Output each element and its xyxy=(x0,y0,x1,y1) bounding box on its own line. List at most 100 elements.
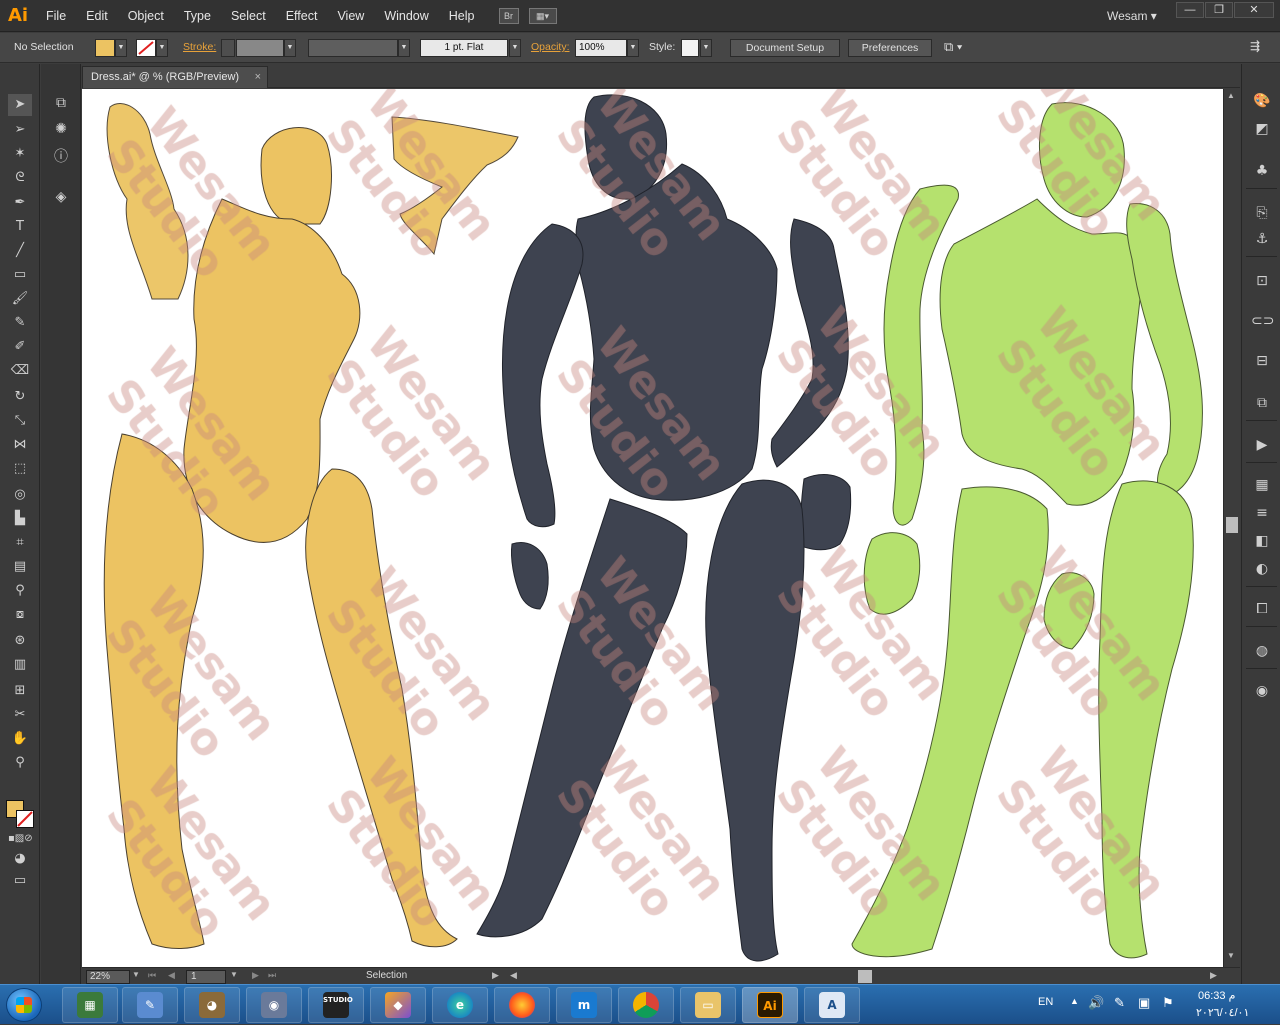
clock-date[interactable]: ٢٠٢٦/٠٤/٠١ xyxy=(1196,1006,1249,1019)
zoom-dropdown-icon[interactable]: ▼ xyxy=(132,970,140,979)
swatches-panel-icon[interactable]: ▦ xyxy=(1251,474,1273,496)
opacity-field[interactable]: 100% xyxy=(575,39,627,57)
stroke-label[interactable]: Stroke: xyxy=(183,41,216,53)
menu-type[interactable]: Type xyxy=(174,0,221,32)
free-transform-tool-icon[interactable]: ⬚ xyxy=(8,458,32,480)
artboard-dropdown-icon[interactable]: ▼ xyxy=(230,970,238,979)
transparency-panel-icon[interactable]: ◐ xyxy=(1251,558,1273,580)
gradient-panel-icon[interactable]: ◧ xyxy=(1251,530,1273,552)
menu-edit[interactable]: Edit xyxy=(76,0,118,32)
align-panel-icon[interactable]: ⊟ xyxy=(1251,350,1273,372)
variable-width-dropdown[interactable]: ▼ xyxy=(398,39,410,57)
mixer-taskbar-button[interactable]: m xyxy=(556,987,612,1023)
start-button[interactable] xyxy=(6,988,42,1022)
next-artboard-icon[interactable]: ▶ xyxy=(252,970,259,981)
pen-tool-icon[interactable]: ✒ xyxy=(8,192,32,214)
explorer-taskbar-button[interactable]: ▦ xyxy=(62,987,118,1023)
file-explorer-taskbar-button[interactable]: ▭ xyxy=(680,987,736,1023)
fill-dropdown[interactable]: ▼ xyxy=(115,39,127,57)
actions-panel-icon[interactable]: ▶ xyxy=(1251,434,1273,456)
close-button[interactable]: ✕ xyxy=(1234,2,1274,18)
close-tab-icon[interactable]: × xyxy=(255,67,261,87)
mesh-tool-icon[interactable]: ⌗ xyxy=(8,532,32,554)
tray-overflow-icon[interactable]: ▲ xyxy=(1070,996,1079,1006)
pen-input-icon[interactable]: ✎ xyxy=(1114,995,1125,1011)
transform-panel-icon[interactable]: ⧉ xyxy=(50,92,72,114)
user-menu[interactable]: Wesam ▾ xyxy=(1107,0,1157,32)
hand-tool-icon[interactable]: ✋ xyxy=(8,728,32,750)
type-tool-icon[interactable]: T xyxy=(8,216,32,238)
magic-wand-tool-icon[interactable]: ✶ xyxy=(8,143,32,165)
language-indicator[interactable]: EN xyxy=(1038,996,1053,1008)
artboard-tool-icon[interactable]: ⊞ xyxy=(8,680,32,702)
preferences-button[interactable]: Preferences xyxy=(848,39,932,57)
lasso-tool-icon[interactable]: ᘓ xyxy=(8,167,32,189)
symbol-sprayer-tool-icon[interactable]: ⊛ xyxy=(8,630,32,652)
info-panel-icon[interactable]: ⓘ xyxy=(50,146,72,168)
menu-window[interactable]: Window xyxy=(374,0,438,32)
zoom-tool-icon[interactable]: ⚲ xyxy=(8,752,32,774)
brush-definition-dropdown[interactable]: ▼ xyxy=(509,39,521,57)
graphic-style-swatch[interactable] xyxy=(681,39,699,57)
menu-help[interactable]: Help xyxy=(439,0,485,32)
brush-definition-field[interactable]: 1 pt. Flat xyxy=(420,39,508,57)
appearance-panel-icon[interactable]: ◍ xyxy=(1251,640,1273,662)
paint-taskbar-button[interactable]: ✎ xyxy=(122,987,178,1023)
stroke-weight-stepper[interactable] xyxy=(221,39,235,57)
stroke-weight-dropdown[interactable]: ▼ xyxy=(284,39,296,57)
shape-builder-tool-icon[interactable]: ◎ xyxy=(8,484,32,506)
arrange-documents-button[interactable]: ▦▾ xyxy=(528,7,557,24)
screen-mode-icon[interactable]: ▭ xyxy=(8,870,32,892)
transform-panel-icon[interactable]: ⊡ xyxy=(1251,270,1273,292)
paintbrush-tool-icon[interactable]: 🖌 xyxy=(8,288,32,310)
vertical-scrollbar[interactable]: ▲ ▼ xyxy=(1223,89,1240,967)
rotate-tool-icon[interactable]: ↻ xyxy=(8,386,32,408)
perspective-grid-tool-icon[interactable]: ▙ xyxy=(8,508,32,530)
pathfinder-panel-icon[interactable]: ⧉ xyxy=(1251,392,1273,414)
scale-tool-icon[interactable]: ⤡ xyxy=(8,410,32,432)
direct-selection-tool-icon[interactable]: ➢ xyxy=(8,119,32,141)
graphic-style-dropdown[interactable]: ▼ xyxy=(700,39,712,57)
eraser-tool-icon[interactable]: ⌫ xyxy=(8,360,32,382)
studio-taskbar-button[interactable]: STUDIO xyxy=(308,987,364,1023)
appearance-panel-icon[interactable]: ✺ xyxy=(50,118,72,140)
column-graph-tool-icon[interactable]: ▥ xyxy=(8,654,32,676)
stroke-weight-field[interactable] xyxy=(236,39,284,57)
line-tool-icon[interactable]: ╱ xyxy=(8,240,32,262)
volume-icon[interactable]: 🔊 xyxy=(1088,995,1104,1011)
last-artboard-icon[interactable]: ⏭ xyxy=(268,970,276,981)
network-icon[interactable]: ▣ xyxy=(1138,995,1150,1011)
pathfinder-link-panel-icon[interactable]: ⊂⊃ xyxy=(1251,310,1274,332)
draw-mode-icon[interactable]: ◕ xyxy=(8,848,32,870)
color-panel-icon[interactable]: 🎨 xyxy=(1251,90,1273,112)
rectangle-tool-icon[interactable]: ▭ xyxy=(8,264,32,286)
stroke-swatch[interactable] xyxy=(136,39,156,57)
action-center-icon[interactable]: ⚑ xyxy=(1162,995,1174,1011)
document-setup-button[interactable]: Document Setup xyxy=(730,39,840,57)
slice-tool-icon[interactable]: ✂ xyxy=(8,704,32,726)
scroll-up-arrow-icon[interactable]: ▲ xyxy=(1227,91,1235,100)
panel-menu-icon[interactable]: ⇶ xyxy=(1250,39,1260,53)
gradient-tool-icon[interactable]: ▤ xyxy=(8,556,32,578)
scroll-left-arrow-icon[interactable]: ◀ xyxy=(510,970,517,981)
chrome-taskbar-button[interactable] xyxy=(618,987,674,1023)
zoom-level-field[interactable]: 22% xyxy=(86,970,130,984)
eyedropper-tool-icon[interactable]: ⚲ xyxy=(8,580,32,602)
color-mode-icons[interactable]: ▪▨⊘ xyxy=(8,828,33,850)
blob-brush-tool-icon[interactable]: ✐ xyxy=(8,336,32,358)
artboards-panel-icon[interactable]: ⧠ xyxy=(1251,598,1273,620)
previous-artboard-icon[interactable]: ◀ xyxy=(168,970,175,981)
stroke-color-swatch[interactable] xyxy=(16,810,34,828)
first-artboard-icon[interactable]: ⏮ xyxy=(148,970,156,981)
clock-time[interactable]: 06:33 م xyxy=(1198,989,1235,1002)
preview-taskbar-button[interactable]: ◉ xyxy=(246,987,302,1023)
stroke-panel-icon[interactable]: ≡ xyxy=(1251,502,1273,524)
horizontal-scroll-thumb[interactable] xyxy=(858,970,872,983)
menu-view[interactable]: View xyxy=(327,0,374,32)
fill-swatch[interactable] xyxy=(95,39,115,57)
menu-object[interactable]: Object xyxy=(118,0,174,32)
arrange-icon[interactable]: ⧉ ▾ xyxy=(944,39,962,55)
menu-select[interactable]: Select xyxy=(221,0,276,32)
width-tool-icon[interactable]: ⋈ xyxy=(8,434,32,456)
blend-tool-icon[interactable]: ⧇ xyxy=(8,604,32,626)
